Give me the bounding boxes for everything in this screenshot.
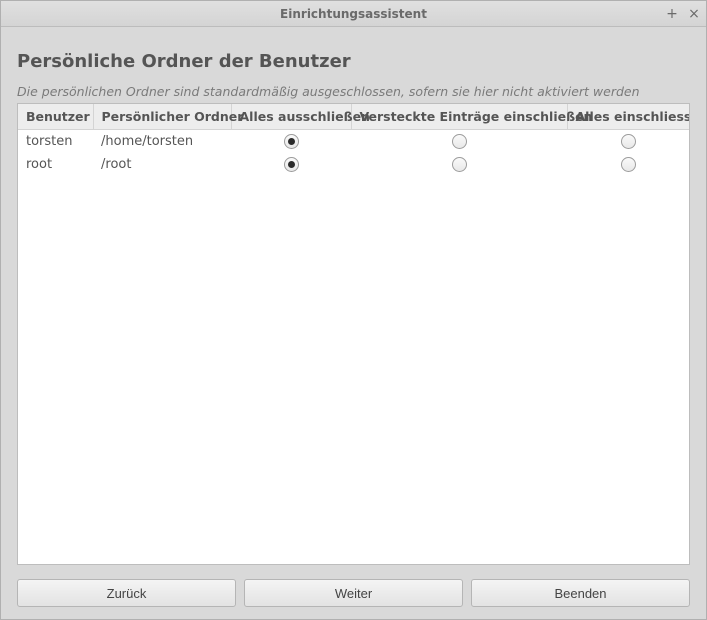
- table-row[interactable]: torsten/home/torsten: [18, 130, 689, 154]
- content-area: Persönliche Ordner der Benutzer Die pers…: [1, 27, 706, 573]
- cell-user: torsten: [18, 130, 93, 154]
- user-folders-table-container: Benutzer Persönlicher Ordner Alles aussc…: [17, 103, 690, 565]
- page-description: Die persönlichen Ordner sind standardmäß…: [17, 84, 690, 99]
- radio-include-hidden[interactable]: [452, 157, 467, 172]
- cell-folder: /home/torsten: [93, 130, 231, 154]
- minimize-icon[interactable]: +: [664, 6, 680, 22]
- cell-option: [351, 153, 567, 176]
- close-icon[interactable]: ×: [686, 6, 702, 22]
- radio-include-all[interactable]: [621, 157, 636, 172]
- titlebar[interactable]: Einrichtungsassistent + ×: [1, 1, 706, 27]
- column-header-exclude-all[interactable]: Alles ausschließen: [231, 104, 351, 130]
- cell-option: [231, 130, 351, 154]
- radio-include-hidden[interactable]: [452, 134, 467, 149]
- window-title: Einrichtungsassistent: [7, 7, 700, 21]
- radio-include-all[interactable]: [621, 134, 636, 149]
- column-header-include-all[interactable]: Alles einschliessen: [567, 104, 689, 130]
- cell-option: [567, 153, 689, 176]
- cell-option: [567, 130, 689, 154]
- user-folders-table: Benutzer Persönlicher Ordner Alles aussc…: [18, 104, 689, 176]
- table-row[interactable]: root/root: [18, 153, 689, 176]
- column-header-include-hidden[interactable]: Versteckte Einträge einschließen: [351, 104, 567, 130]
- next-button[interactable]: Weiter: [244, 579, 463, 607]
- cell-option: [351, 130, 567, 154]
- column-header-folder[interactable]: Persönlicher Ordner: [93, 104, 231, 130]
- page-title: Persönliche Ordner der Benutzer: [17, 51, 690, 72]
- setup-wizard-window: Einrichtungsassistent + × Persönliche Or…: [0, 0, 707, 620]
- finish-button[interactable]: Beenden: [471, 579, 690, 607]
- radio-exclude-all[interactable]: [284, 157, 299, 172]
- radio-exclude-all[interactable]: [284, 134, 299, 149]
- back-button[interactable]: Zurück: [17, 579, 236, 607]
- cell-user: root: [18, 153, 93, 176]
- wizard-button-bar: Zurück Weiter Beenden: [1, 573, 706, 619]
- cell-option: [231, 153, 351, 176]
- window-controls: + ×: [664, 1, 702, 26]
- cell-folder: /root: [93, 153, 231, 176]
- column-header-user[interactable]: Benutzer: [18, 104, 93, 130]
